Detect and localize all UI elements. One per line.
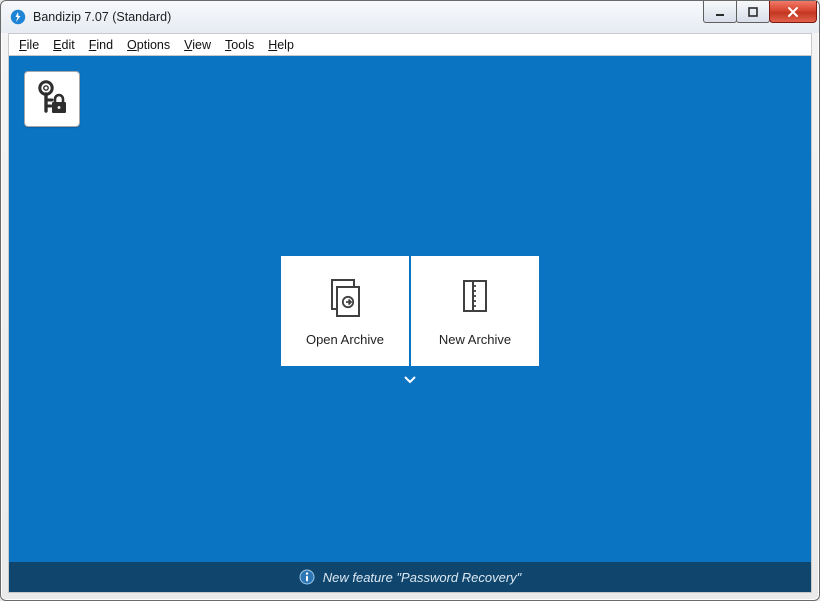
minimize-button[interactable] bbox=[703, 1, 737, 23]
recent-archives-dropdown[interactable] bbox=[346, 372, 474, 390]
stage: Open Archive New Archive bbox=[9, 56, 811, 562]
statusbar[interactable]: New feature "Password Recovery" bbox=[9, 562, 811, 592]
app-icon bbox=[9, 8, 27, 26]
open-archive-icon bbox=[323, 274, 367, 318]
key-lock-icon bbox=[33, 78, 71, 121]
window-title: Bandizip 7.07 (Standard) bbox=[33, 10, 704, 24]
menubar: File Edit Find Options View Tools Help bbox=[8, 33, 812, 55]
chevron-down-icon bbox=[403, 372, 417, 390]
app-window: Bandizip 7.07 (Standard) File Edit Find … bbox=[0, 0, 820, 601]
titlebar[interactable]: Bandizip 7.07 (Standard) bbox=[1, 1, 819, 33]
start-tiles: Open Archive New Archive bbox=[281, 256, 539, 366]
open-archive-tile[interactable]: Open Archive bbox=[281, 256, 409, 366]
maximize-button[interactable] bbox=[736, 1, 770, 23]
new-archive-tile[interactable]: New Archive bbox=[411, 256, 539, 366]
menu-view[interactable]: View bbox=[177, 37, 218, 53]
new-archive-label: New Archive bbox=[439, 332, 511, 347]
client-area: Open Archive New Archive bbox=[8, 55, 812, 593]
close-button[interactable] bbox=[769, 1, 817, 23]
info-icon bbox=[299, 569, 315, 585]
menu-find[interactable]: Find bbox=[82, 37, 120, 53]
menu-file[interactable]: File bbox=[12, 37, 46, 53]
window-controls bbox=[704, 6, 817, 28]
open-archive-label: Open Archive bbox=[306, 332, 384, 347]
statusbar-text: New feature "Password Recovery" bbox=[323, 570, 522, 585]
menu-help[interactable]: Help bbox=[261, 37, 301, 53]
menu-edit[interactable]: Edit bbox=[46, 37, 82, 53]
new-archive-icon bbox=[453, 274, 497, 318]
password-manager-button[interactable] bbox=[24, 71, 80, 127]
menu-options[interactable]: Options bbox=[120, 37, 177, 53]
menu-tools[interactable]: Tools bbox=[218, 37, 261, 53]
